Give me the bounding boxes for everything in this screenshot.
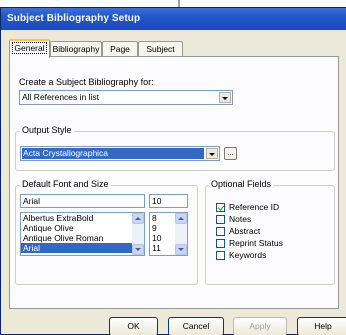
tab-page[interactable]: Page — [102, 41, 138, 57]
output-style-select[interactable]: Acta Crystallographica — [20, 146, 220, 161]
tab-panel-general: Create a Subject Bibliography for: All R… — [9, 56, 339, 309]
scroll-down-icon[interactable] — [132, 244, 144, 255]
window-title: Subject Bibliography Setup — [7, 13, 141, 24]
notes-label: Notes — [229, 214, 252, 224]
keywords-label: Keywords — [229, 250, 267, 260]
tab-subject[interactable]: Subject — [138, 41, 183, 57]
font-group-label: Default Font and Size — [20, 179, 111, 189]
create-for-select[interactable]: All References in list — [19, 90, 233, 105]
apply-button[interactable]: Apply — [233, 317, 287, 335]
title-bar[interactable]: Subject Bibliography Setup — [1, 8, 346, 30]
checkbox-icon[interactable] — [216, 227, 225, 236]
scroll-up-icon[interactable] — [132, 213, 144, 224]
scroll-up-icon[interactable] — [175, 213, 187, 224]
dialog-window: Subject Bibliography Setup General Bibli… — [0, 7, 346, 335]
reprint-status-label: Reprint Status — [229, 238, 283, 248]
ok-button[interactable]: OK — [109, 317, 158, 335]
font-list-item[interactable]: Albertus ExtraBold — [21, 213, 144, 223]
abstract-label: Abstract — [229, 226, 261, 236]
font-list-item[interactable]: Antique Olive — [21, 223, 144, 233]
font-name-list[interactable]: Albertus ExtraBold Antique Olive Antique… — [20, 212, 145, 256]
tab-bibliography-label: Bibliography — [52, 44, 100, 54]
reference-id-label: Reference ID — [229, 202, 280, 212]
help-button[interactable]: Help — [297, 317, 346, 335]
font-size-input[interactable]: 10 — [149, 194, 188, 208]
checkbox-icon[interactable] — [216, 215, 225, 224]
scroll-down-icon[interactable] — [175, 244, 187, 255]
tab-general[interactable]: General — [9, 39, 50, 58]
size-list-scrollbar[interactable] — [175, 213, 187, 255]
output-style-value: Acta Crystallographica — [22, 148, 204, 159]
chevron-down-icon[interactable] — [219, 92, 231, 103]
checkbox-icon[interactable] — [216, 239, 225, 248]
create-for-value: All References in list — [22, 92, 100, 102]
font-list-item[interactable]: Antique Olive Roman — [21, 233, 144, 243]
optional-fields-label: Optional Fields — [209, 179, 274, 189]
chevron-down-icon[interactable] — [206, 148, 218, 159]
create-label: Create a Subject Bibliography for: — [19, 77, 154, 87]
output-style-label: Output Style — [20, 125, 74, 135]
font-list-scrollbar[interactable] — [132, 213, 144, 255]
tab-page-label: Page — [110, 44, 130, 54]
tab-bibliography[interactable]: Bibliography — [50, 41, 102, 57]
checkbox-icon[interactable] — [216, 251, 225, 260]
cancel-button[interactable]: Cancel — [168, 317, 224, 335]
font-name-input[interactable]: Arial — [20, 194, 145, 208]
checkmark-icon[interactable] — [216, 203, 225, 212]
font-list-item-selected[interactable]: Arial — [21, 243, 144, 253]
output-style-browse-button[interactable]: ... — [224, 147, 237, 160]
font-size-value: 10 — [152, 196, 162, 206]
tab-general-label: General — [12, 42, 47, 54]
font-name-value: Arial — [23, 196, 41, 206]
optional-fields-group: Reference ID Notes Abstract Reprint Stat… — [205, 185, 335, 285]
font-size-list[interactable]: 8 9 10 11 — [149, 212, 188, 256]
tab-subject-label: Subject — [146, 44, 175, 54]
